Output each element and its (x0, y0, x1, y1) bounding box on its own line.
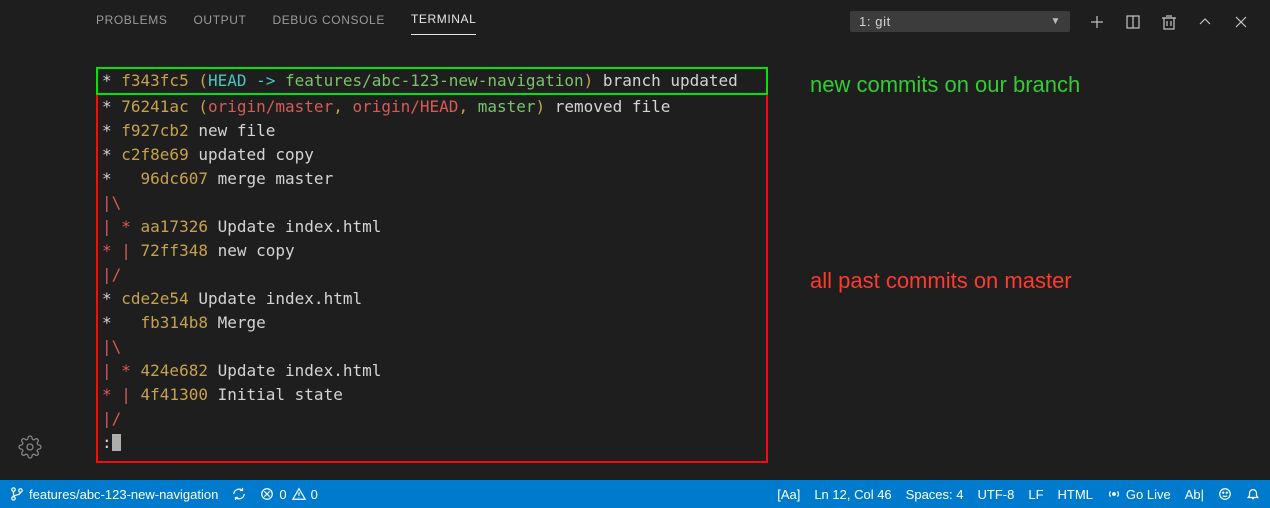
annotation-new-commits: new commits on our branch (810, 72, 1080, 98)
chevron-down-icon: ▼ (1051, 16, 1062, 27)
status-golive-label: Go Live (1126, 487, 1171, 502)
status-spellcheck[interactable]: Ab| (1185, 487, 1204, 502)
close-panel-button[interactable] (1232, 13, 1250, 31)
log-line: * c2f8e69 updated copy (102, 143, 762, 167)
log-line: |/ (102, 407, 762, 431)
log-line: | * 424e682 Update index.html (102, 359, 762, 383)
terminal-cursor (112, 434, 121, 451)
kill-terminal-button[interactable] (1160, 13, 1178, 31)
log-line: * f927cb2 new file (102, 119, 762, 143)
status-golive[interactable]: Go Live (1107, 487, 1171, 502)
tab-terminal[interactable]: TERMINAL (411, 8, 476, 35)
terminal-selected-label: 1: git (859, 14, 891, 29)
panel-header: PROBLEMS OUTPUT DEBUG CONSOLE TERMINAL 1… (0, 0, 1270, 35)
log-line: |/ (102, 263, 762, 287)
status-problems[interactable]: 0 0 (260, 487, 317, 502)
status-feedback[interactable] (1218, 487, 1232, 501)
tab-debug-console[interactable]: DEBUG CONSOLE (272, 9, 385, 35)
log-line: | * aa17326 Update index.html (102, 215, 762, 239)
status-warning-count: 0 (311, 487, 318, 502)
status-branch-name: features/abc-123-new-navigation (29, 487, 218, 502)
log-line-head: * f343fc5 (HEAD -> features/abc-123-new-… (102, 69, 762, 93)
status-indent[interactable]: Spaces: 4 (906, 487, 964, 502)
new-terminal-button[interactable] (1088, 13, 1106, 31)
feedback-icon (1218, 487, 1232, 501)
bell-icon (1246, 487, 1260, 501)
highlight-past-commits: * 76241ac (origin/master, origin/HEAD, m… (96, 95, 768, 463)
maximize-panel-button[interactable] (1196, 13, 1214, 31)
log-line: * | 4f41300 Initial state (102, 383, 762, 407)
status-bar: features/abc-123-new-navigation 0 0 [Aa]… (0, 480, 1270, 508)
split-terminal-button[interactable] (1124, 13, 1142, 31)
tab-problems[interactable]: PROBLEMS (96, 9, 168, 35)
broadcast-icon (1107, 487, 1121, 501)
log-line: : (102, 431, 762, 455)
log-line: |\ (102, 191, 762, 215)
status-cursor[interactable]: Ln 12, Col 46 (814, 487, 891, 502)
terminal-selector[interactable]: 1: git ▼ (850, 11, 1070, 32)
error-icon (260, 487, 274, 501)
log-line: |\ (102, 335, 762, 359)
log-line: * | 72ff348 new copy (102, 239, 762, 263)
status-eol[interactable]: LF (1028, 487, 1043, 502)
terminal-output[interactable]: * f343fc5 (HEAD -> features/abc-123-new-… (0, 35, 1270, 480)
warning-icon (292, 487, 306, 501)
status-branch[interactable]: features/abc-123-new-navigation (10, 487, 218, 502)
status-case[interactable]: [Aa] (777, 487, 800, 502)
highlight-new-commits: * f343fc5 (HEAD -> features/abc-123-new-… (96, 67, 768, 95)
status-sync[interactable] (232, 487, 246, 501)
sync-icon (232, 487, 246, 501)
log-line: * 96dc607 merge master (102, 167, 762, 191)
settings-gear-icon[interactable] (18, 435, 42, 464)
log-line: * 76241ac (origin/master, origin/HEAD, m… (102, 95, 762, 119)
log-line: * cde2e54 Update index.html (102, 287, 762, 311)
status-error-count: 0 (279, 487, 286, 502)
status-notifications[interactable] (1246, 487, 1260, 501)
annotation-past-commits: all past commits on master (810, 268, 1072, 294)
tab-output[interactable]: OUTPUT (194, 9, 247, 35)
status-language[interactable]: HTML (1058, 487, 1093, 502)
log-line: * fb314b8 Merge (102, 311, 762, 335)
status-encoding[interactable]: UTF-8 (978, 487, 1015, 502)
branch-icon (10, 487, 24, 501)
